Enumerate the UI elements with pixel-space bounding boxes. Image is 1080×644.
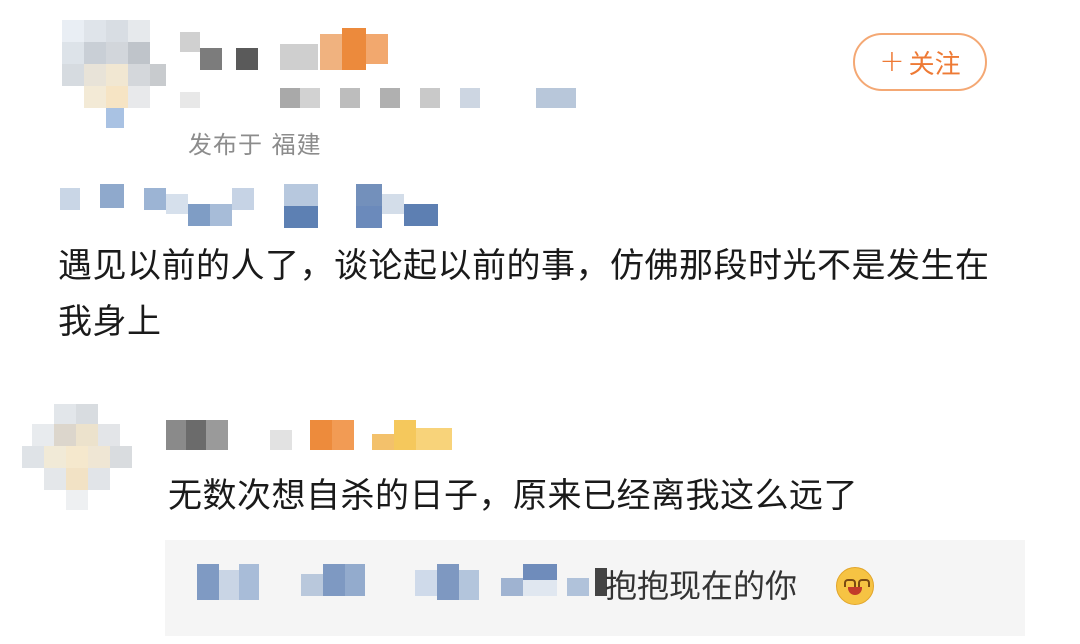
follow-button[interactable]: + 关注: [853, 33, 987, 91]
topic-tag-blurred[interactable]: [60, 184, 450, 228]
username-blurred[interactable]: [180, 28, 420, 72]
reply-content: 无数次想自杀的日子，原来已经离我这么远了: [168, 476, 858, 516]
avatar[interactable]: [62, 20, 166, 130]
subreply-box[interactable]: [165, 540, 1025, 636]
plus-icon: +: [879, 44, 905, 79]
hug-emoji-icon: [836, 567, 874, 605]
follow-label: 关注: [908, 49, 961, 80]
reply-username-blurred[interactable]: [166, 420, 456, 456]
subreply-username-blurred[interactable]: [197, 564, 607, 604]
post-meta-blurred: [180, 88, 580, 110]
reply-avatar[interactable]: [22, 404, 134, 512]
post-location: 发布于 福建: [188, 131, 322, 159]
post-content: 遇见以前的人了，谈论起以前的事，仿佛那段时光不是发生在我身上: [58, 246, 990, 342]
subreply-content: 抱抱现在的你: [605, 567, 798, 605]
